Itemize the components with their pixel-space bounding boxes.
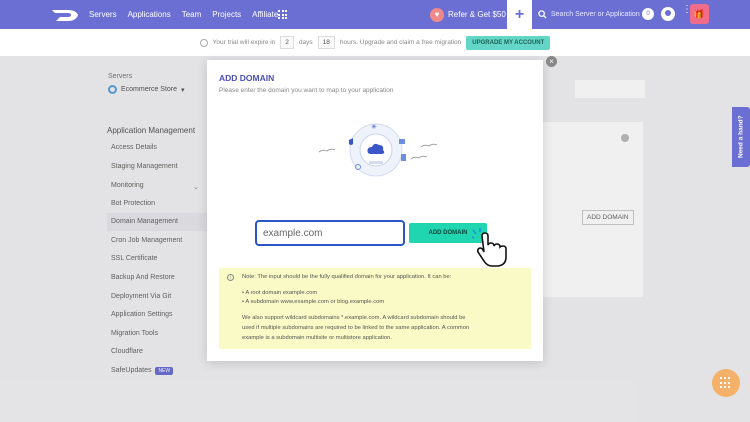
nav-servers[interactable]: Servers xyxy=(89,10,117,19)
svg-text:✳: ✳ xyxy=(371,123,377,131)
nav-links: Servers Applications Team Projects Affil… xyxy=(89,0,278,29)
modal-subtitle: Please enter the domain you want to map … xyxy=(219,87,394,94)
note-wildcard-line: example is a subdomain multisite or mult… xyxy=(242,335,392,341)
add-new-button[interactable]: + xyxy=(507,0,532,29)
domain-input[interactable] xyxy=(255,220,405,246)
trial-hours-text: hours. Upgrade and claim a free migratio… xyxy=(339,39,462,46)
top-nav: Servers Applications Team Projects Affil… xyxy=(0,0,750,29)
note-wildcard-line: We also support wildcard subdomains *.ex… xyxy=(242,315,466,321)
trial-text: Your trial will expire in xyxy=(212,39,276,46)
upgrade-button[interactable]: UPGRADE MY ACCOUNT xyxy=(466,35,551,50)
note-wildcard-line: used if multiple subdomains are required… xyxy=(242,325,470,331)
user-avatar-icon[interactable] xyxy=(661,7,675,21)
modal-title: ADD DOMAIN xyxy=(219,73,275,83)
search-placeholder: Search Server or Application xyxy=(551,11,640,18)
chat-launcher-button[interactable] xyxy=(712,369,740,397)
dots-grid-icon xyxy=(720,377,732,389)
cloudways-logo[interactable] xyxy=(50,6,80,22)
more-menu-icon[interactable]: ⋮ xyxy=(682,5,692,15)
note-bullet-text: A root domain example.com xyxy=(245,290,318,296)
note-bullet: • A root domain example.com xyxy=(242,290,318,296)
need-a-hand-tab[interactable]: Need a hand? xyxy=(732,107,750,167)
trial-days: 2 xyxy=(280,36,294,49)
nav-applications[interactable]: Applications xyxy=(128,10,171,19)
refer-button[interactable]: ♥ Refer & Get $50 xyxy=(430,0,506,29)
nav-affiliate[interactable]: Affiliate xyxy=(252,10,278,19)
note-intro: Note: The input should be the fully qual… xyxy=(242,274,452,280)
apps-grid-icon[interactable] xyxy=(278,10,287,19)
search-box[interactable]: Search Server or Application xyxy=(538,0,640,29)
trial-days-label: days xyxy=(298,39,313,46)
notification-count[interactable]: 0 xyxy=(642,8,654,20)
nav-team[interactable]: Team xyxy=(182,10,202,19)
trial-bar: Your trial will expire in 2 days 18 hour… xyxy=(0,29,750,56)
domain-illustration-icon: ✳ xyxy=(318,123,438,177)
nav-projects[interactable]: Projects xyxy=(212,10,241,19)
search-icon xyxy=(538,10,547,19)
note-bullet-text: A subdomain www.example.com or blog.exam… xyxy=(245,299,385,305)
close-modal-button[interactable]: × xyxy=(546,56,557,67)
gift-icon[interactable]: 🎁 xyxy=(690,4,709,24)
note-bullet: • A subdomain www.example.com or blog.ex… xyxy=(242,299,385,305)
clock-icon xyxy=(199,38,208,47)
trial-hours: 18 xyxy=(317,36,335,49)
add-domain-modal: ADD DOMAIN Please enter the domain you w… xyxy=(207,60,543,361)
refer-label: Refer & Get $50 xyxy=(448,10,506,19)
info-icon: i xyxy=(227,274,234,281)
pointer-hand-icon xyxy=(472,228,507,267)
note-box: i Note: The input should be the fully qu… xyxy=(219,268,531,349)
heart-icon: ♥ xyxy=(430,7,444,22)
